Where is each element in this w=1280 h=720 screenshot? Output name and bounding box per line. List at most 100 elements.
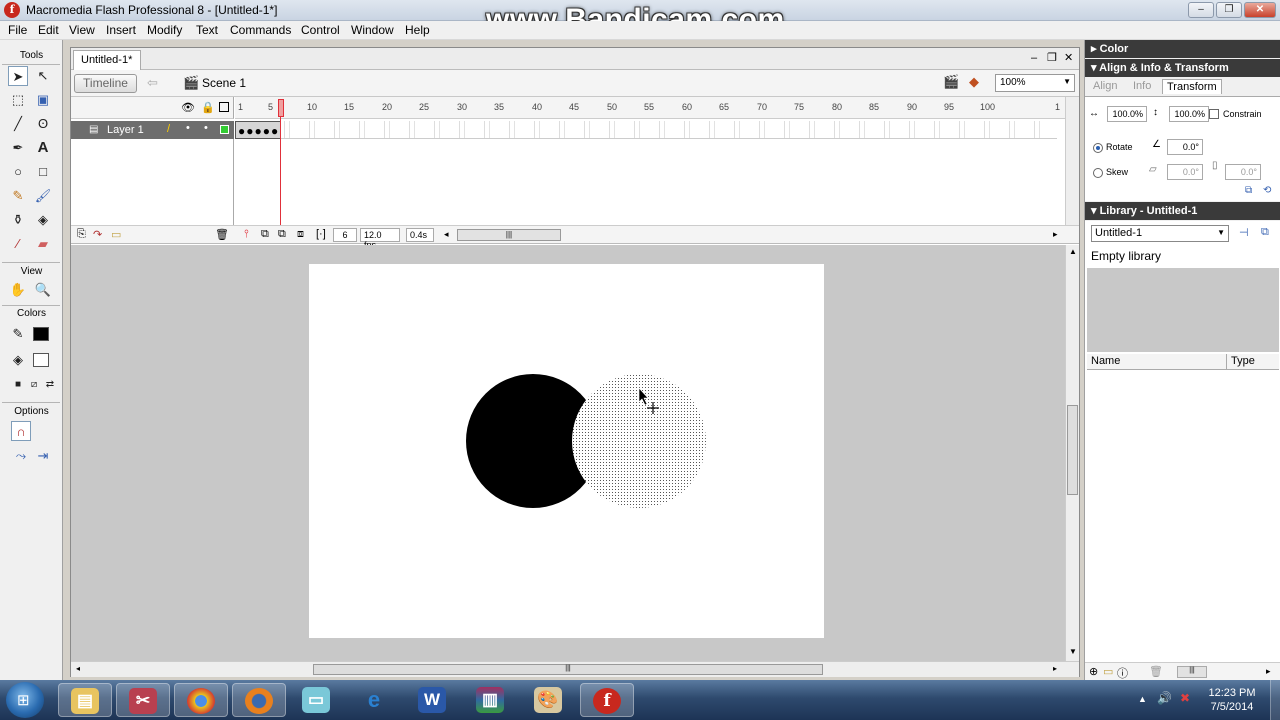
menu-help[interactable]: Help bbox=[405, 23, 430, 37]
show-desktop-button[interactable] bbox=[1270, 680, 1280, 720]
timeline-vertical-scrollbar[interactable] bbox=[1065, 97, 1079, 225]
menu-edit[interactable]: Edit bbox=[38, 23, 59, 37]
frame-grid[interactable] bbox=[235, 121, 1057, 139]
keyframe-span[interactable]: ●●●●● bbox=[235, 121, 281, 139]
hand-tool-icon[interactable]: ✋ bbox=[8, 280, 28, 300]
edit-scene-icon[interactable]: 🎬 bbox=[943, 74, 959, 90]
properties-icon[interactable]: ⓘ bbox=[1117, 665, 1128, 681]
taskbar-paint[interactable]: 🎨 bbox=[522, 683, 576, 717]
new-folder-icon[interactable]: ▭ bbox=[1103, 665, 1113, 678]
library-panel-header[interactable]: ▾ Library - Untitled-1 bbox=[1085, 202, 1280, 220]
document-tab[interactable]: Untitled-1* bbox=[73, 50, 141, 70]
color-panel-header[interactable]: ▸ Color bbox=[1085, 40, 1280, 58]
fill-color-swatch[interactable] bbox=[33, 353, 49, 367]
height-percent-input[interactable]: 100.0% bbox=[1169, 106, 1209, 122]
taskbar-clock[interactable]: 12:23 PM 7/5/2014 bbox=[1200, 686, 1264, 714]
menu-view[interactable]: View bbox=[69, 23, 95, 37]
swap-colors-icon[interactable]: ⇄ bbox=[40, 375, 60, 395]
rectangle-tool-icon[interactable]: □ bbox=[33, 162, 53, 182]
minimize-button[interactable]: – bbox=[1188, 2, 1214, 18]
onion-outlines-icon[interactable]: ⧉ bbox=[278, 228, 286, 241]
skew-horizontal-input[interactable]: 0.0° bbox=[1167, 164, 1203, 180]
skew-radio[interactable] bbox=[1093, 168, 1103, 178]
layer-row[interactable]: ▤ Layer 1 / • • bbox=[71, 121, 234, 139]
lasso-tool-icon[interactable]: ʘ bbox=[33, 114, 53, 134]
layer-name[interactable]: Layer 1 bbox=[107, 124, 144, 136]
network-icon[interactable]: ✖ bbox=[1180, 691, 1190, 705]
library-h-scroll-thumb[interactable]: ||| bbox=[1177, 666, 1207, 678]
stroke-color-swatch[interactable] bbox=[33, 327, 49, 341]
restore-button[interactable]: ❐ bbox=[1216, 2, 1242, 18]
menu-modify[interactable]: Modify bbox=[147, 23, 182, 37]
new-symbol-icon[interactable]: ⊕ bbox=[1089, 665, 1098, 678]
elapsed-time-field[interactable]: 0.4s bbox=[406, 228, 434, 242]
playhead[interactable] bbox=[278, 97, 284, 225]
column-type[interactable]: Type bbox=[1231, 355, 1255, 367]
stage-canvas[interactable] bbox=[309, 264, 824, 638]
lock-dot[interactable]: • bbox=[204, 122, 208, 134]
menu-window[interactable]: Window bbox=[351, 23, 394, 37]
zoom-tool-icon[interactable]: 🔍 bbox=[33, 280, 53, 300]
center-frame-icon[interactable]: ⫯ bbox=[244, 228, 249, 241]
line-tool-icon[interactable]: ╱ bbox=[8, 114, 28, 134]
tab-info[interactable]: Info bbox=[1133, 80, 1151, 92]
pen-tool-icon[interactable]: ✒ bbox=[8, 138, 28, 158]
timeline-toggle-button[interactable]: Timeline bbox=[74, 74, 137, 93]
outline-color-swatch[interactable] bbox=[220, 125, 229, 134]
doc-close-icon[interactable]: ✕ bbox=[1064, 51, 1073, 64]
tab-transform[interactable]: Transform bbox=[1162, 79, 1222, 94]
rotate-input[interactable]: 0.0° bbox=[1167, 139, 1203, 155]
pencil-tool-icon[interactable]: ✎ bbox=[8, 186, 28, 206]
stage-horizontal-scrollbar[interactable]: ◂ ||| ▸ bbox=[71, 661, 1079, 677]
taskbar-internet-explorer[interactable]: e bbox=[348, 683, 402, 717]
scroll-right-icon[interactable]: ▸ bbox=[1053, 229, 1058, 240]
constrain-checkbox[interactable] bbox=[1209, 109, 1219, 119]
reset-transform-icon[interactable]: ⟲ bbox=[1263, 185, 1271, 196]
modify-markers-icon[interactable]: [·] bbox=[316, 228, 326, 240]
current-frame-field[interactable]: 6 bbox=[333, 228, 357, 242]
menu-text[interactable]: Text bbox=[196, 23, 218, 37]
menu-commands[interactable]: Commands bbox=[230, 23, 291, 37]
library-item-list[interactable] bbox=[1087, 370, 1267, 664]
show-hide-icon[interactable]: 👁 bbox=[181, 101, 195, 114]
scroll-left-icon[interactable]: ◂ bbox=[444, 229, 449, 240]
start-button[interactable]: ⊞ bbox=[6, 682, 44, 718]
eyedropper-tool-icon[interactable]: ⁄ bbox=[8, 234, 28, 254]
pin-library-icon[interactable]: ⊣ bbox=[1239, 226, 1249, 239]
oval-tool-icon[interactable]: ○ bbox=[8, 162, 28, 182]
h-scroll-thumb[interactable]: ||| bbox=[313, 664, 823, 675]
add-layer-icon[interactable]: ⎘ bbox=[77, 228, 86, 241]
menu-file[interactable]: File bbox=[8, 23, 27, 37]
taskbar-winrar[interactable]: ▥ bbox=[464, 683, 518, 717]
add-motion-guide-icon[interactable]: ↷ bbox=[93, 228, 102, 241]
free-transform-tool-icon[interactable]: ⬚ bbox=[8, 90, 28, 110]
volume-icon[interactable]: 🔊 bbox=[1157, 691, 1172, 705]
edit-multiple-frames-icon[interactable]: ⧈ bbox=[297, 228, 304, 241]
lock-icon[interactable]: 🔒 bbox=[201, 101, 215, 114]
work-area[interactable] bbox=[71, 245, 1065, 661]
visibility-dot[interactable]: • bbox=[186, 122, 190, 134]
delete-item-icon[interactable]: 🗑 bbox=[1149, 665, 1163, 678]
subselection-tool-icon[interactable]: ↖ bbox=[33, 66, 53, 86]
skew-vertical-input[interactable]: 0.0° bbox=[1225, 164, 1261, 180]
smooth-icon[interactable]: ⤳ bbox=[11, 446, 31, 466]
scroll-right-icon[interactable]: ▸ bbox=[1053, 664, 1057, 673]
text-tool-icon[interactable]: A bbox=[33, 138, 53, 158]
rotate-radio[interactable] bbox=[1093, 143, 1103, 153]
playhead-handle[interactable] bbox=[278, 99, 284, 117]
ink-bottle-tool-icon[interactable]: ⚱ bbox=[8, 210, 28, 230]
fill-transform-tool-icon[interactable]: ▣ bbox=[33, 90, 53, 110]
scene-label[interactable]: Scene 1 bbox=[202, 76, 246, 90]
v-scroll-thumb[interactable] bbox=[1067, 405, 1078, 495]
frame-ruler[interactable]: 1 5 10 15 20 25 30 35 40 45 50 55 60 65 … bbox=[235, 97, 1065, 119]
close-button[interactable]: ✕ bbox=[1244, 2, 1276, 18]
taskbar-firefox[interactable] bbox=[232, 683, 286, 717]
timeline-h-scroll-thumb[interactable]: ||| bbox=[457, 229, 561, 241]
frame-rate-field[interactable]: 12.0 fps bbox=[360, 228, 400, 250]
edit-symbol-icon[interactable]: ◆ bbox=[969, 74, 979, 90]
scroll-up-icon[interactable]: ▲ bbox=[1069, 247, 1077, 256]
doc-restore-icon[interactable]: ❐ bbox=[1047, 51, 1057, 64]
new-library-panel-icon[interactable]: ⧉ bbox=[1261, 226, 1269, 239]
copy-transform-icon[interactable]: ⧉ bbox=[1245, 185, 1252, 196]
taskbar-snipping-tool[interactable]: ✂ bbox=[116, 683, 170, 717]
